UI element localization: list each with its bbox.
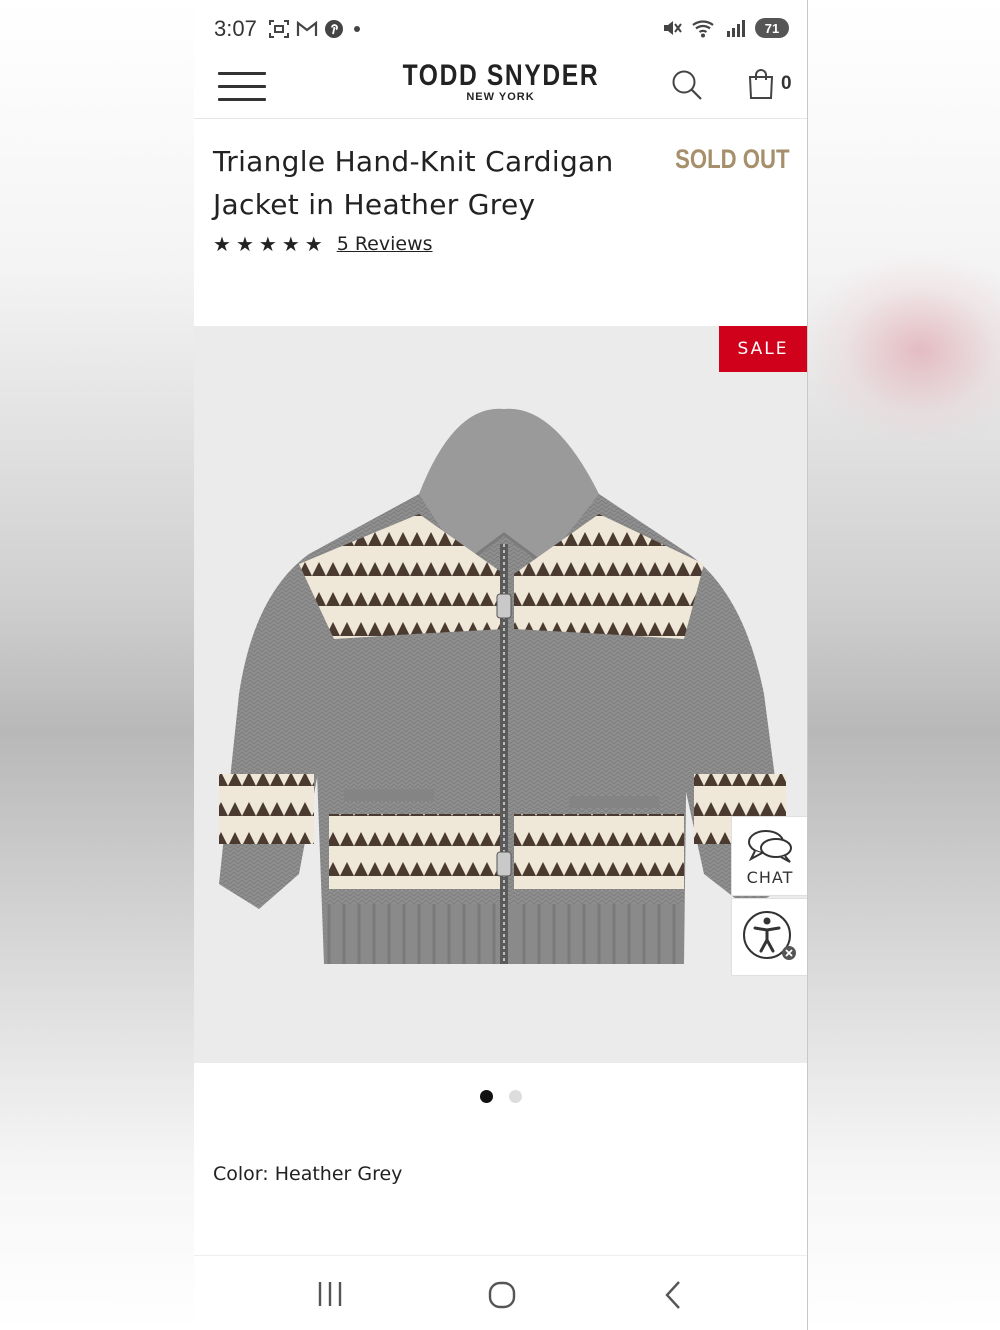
back-icon[interactable] [659,1278,687,1312]
search-icon[interactable] [670,68,704,102]
background-blur [800,250,1000,450]
star-icon: ★ [213,232,231,256]
product-title: Triangle Hand-Knit Cardigan Jacket in He… [213,145,614,221]
phone-screen: 3:07 71 TODD SNYDER NEW YORK 0 Triangle … [194,0,808,1330]
gmail-icon [296,20,318,36]
mute-icon [664,21,682,35]
star-icon: ★ [235,232,254,256]
status-right-icons: 71 [661,17,789,39]
signal-icon [727,20,745,37]
home-icon[interactable] [484,1278,520,1314]
color-label: Color: Heather Grey [213,1163,403,1185]
chat-icon [748,829,792,863]
site-header: TODD SNYDER NEW YORK 0 [194,58,807,119]
shopping-bag-icon [748,69,774,99]
star-icon: ★ [258,232,277,256]
sale-badge: SALE [719,326,807,372]
chat-button[interactable]: CHAT [731,816,807,896]
rating-row: ★ ★ ★ ★ ★ 5 Reviews [213,232,433,256]
system-nav-bar [194,1255,807,1330]
sold-out-label: SOLD OUT [674,144,789,174]
dot-icon [354,26,360,32]
chat-label: CHAT [746,867,794,887]
pinterest-icon [325,20,343,38]
brand-logo[interactable]: TODD SNYDER NEW YORK [194,58,807,103]
brand-name: TODD SNYDER [402,59,599,92]
wifi-icon [692,20,714,38]
star-icon: ★ [304,232,323,256]
accessibility-icon [743,911,796,960]
status-time: 3:07 [214,16,257,41]
star-icon: ★ [281,232,300,256]
carousel-dots [194,1090,807,1103]
screenshot-icon [269,20,289,38]
accessibility-button[interactable] [731,898,807,976]
battery-indicator: 71 [755,18,789,38]
product-image [219,408,789,964]
recent-apps-icon[interactable] [314,1278,346,1310]
shopping-bag-button[interactable]: 0 [747,68,792,100]
carousel-dot[interactable] [479,1090,493,1103]
product-image-carousel[interactable]: SALE [194,326,807,1063]
star-rating: ★ ★ ★ ★ ★ [213,232,323,256]
status-bar: 3:07 71 [194,0,807,58]
carousel-dot[interactable] [508,1090,522,1103]
reviews-link[interactable]: 5 Reviews [337,233,433,255]
status-left-icons [268,17,364,41]
bag-count: 0 [781,73,792,94]
